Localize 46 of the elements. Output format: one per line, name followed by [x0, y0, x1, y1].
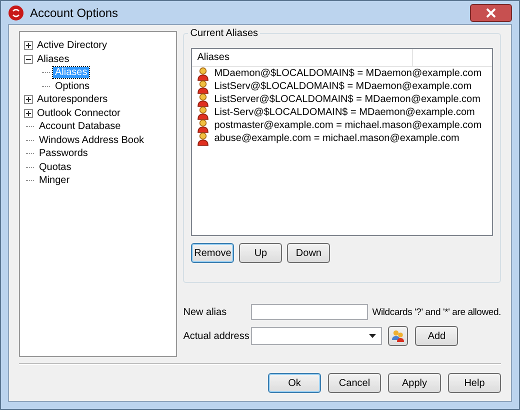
caret-icon	[369, 334, 376, 338]
alias-entry[interactable]: List-Serv@$LOCALDOMAIN$ = MDaemon@example.com	[214, 107, 475, 118]
tree-item[interactable]: Windows Address Book	[37, 134, 146, 146]
tree-item[interactable]: Outlook Connector	[35, 108, 122, 119]
close-button[interactable]	[470, 4, 512, 22]
tree-item[interactable]: Options	[53, 80, 92, 92]
window-title: Account Options	[30, 6, 118, 20]
tree-item[interactable]: Autoresponders	[35, 94, 110, 106]
person-icon	[197, 66, 210, 80]
person-icon	[197, 118, 210, 132]
list-button[interactable]: Down	[287, 243, 330, 263]
alias-entry[interactable]: ListServ@$LOCALDOMAIN$ = MDaemon@example.com	[214, 81, 472, 92]
tree-item[interactable]: Aliases	[35, 54, 72, 65]
alias-entry[interactable]: postmaster@example.com = michael.mason@example.com	[214, 120, 482, 131]
tree-item[interactable]: Minger	[37, 175, 72, 186]
expand-icon[interactable]	[24, 108, 33, 118]
person-icon	[197, 92, 210, 106]
collapse-icon[interactable]	[24, 54, 33, 64]
dialog-button[interactable]: Help	[448, 373, 501, 393]
tree-item[interactable]: Passwords	[37, 148, 90, 160]
hint-text: Wildcards '?' and '*' are allowed.	[372, 306, 501, 318]
expand-icon[interactable]	[24, 95, 33, 104]
alias-entry[interactable]: ListServer@$LOCALDOMAIN$ = MDaemon@example.com	[214, 94, 480, 105]
group-title: Current Aliases	[188, 28, 260, 39]
dialog-button[interactable]: Apply	[388, 373, 441, 393]
field-label: Actual address	[183, 330, 250, 342]
person-icon	[197, 132, 210, 146]
column-header[interactable]: Aliases	[192, 49, 414, 66]
alias-entry[interactable]: abuse@example.com = michael.mason@example.com	[214, 133, 460, 144]
tree-item[interactable]: Quotas	[37, 162, 74, 173]
list-button[interactable]: Remove	[191, 243, 234, 263]
expand-icon[interactable]	[24, 41, 33, 50]
address-book-button[interactable]	[388, 326, 408, 346]
add-button[interactable]: Add	[415, 326, 458, 346]
list-button[interactable]: Up	[239, 243, 282, 263]
app-logo-icon	[8, 4, 24, 20]
tree-item[interactable]: Account Database	[37, 121, 123, 132]
person-icon	[197, 80, 210, 94]
dialog-button[interactable]: Ok	[268, 373, 321, 393]
close-icon	[486, 8, 496, 18]
new-alias-field[interactable]	[251, 304, 368, 320]
alias-entry[interactable]: MDaemon@$LOCALDOMAIN$ = MDaemon@example.com	[214, 68, 482, 79]
tree-item[interactable]: Active Directory	[35, 40, 110, 52]
field-label: New alias	[183, 306, 228, 318]
person-icon	[197, 106, 210, 120]
dialog-button[interactable]: Cancel	[328, 373, 381, 393]
